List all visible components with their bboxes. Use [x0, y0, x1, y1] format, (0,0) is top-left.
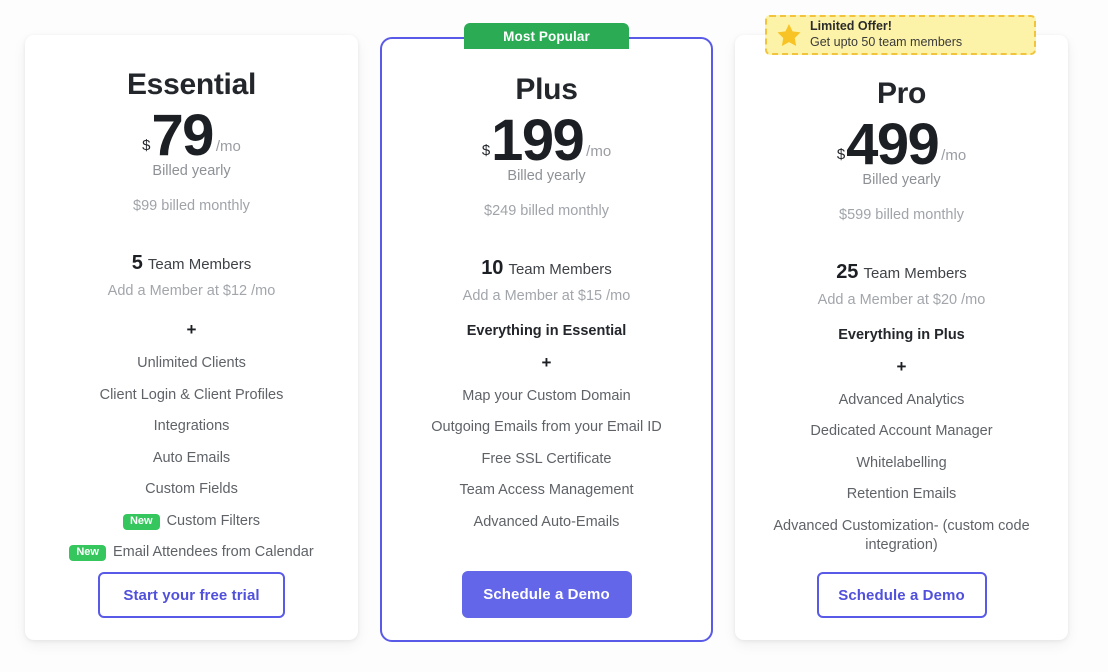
feature-item: New Custom Filters — [122, 512, 261, 532]
feature-list: Everything in Essential + Map your Custom … — [400, 314, 693, 532]
pricing-table: Most Popular Limited Offer! Get upto 50 … — [0, 0, 1108, 672]
price-monthly-note: $249 billed monthly — [484, 203, 609, 220]
price-period: /mo — [586, 143, 612, 161]
price-billed-cycle: Billed yearly — [862, 172, 941, 189]
team-members-label: Team Members — [147, 256, 252, 274]
feature-label: Custom Filters — [166, 512, 261, 529]
plan-name: Pro — [876, 77, 927, 110]
feature-item: Team Access Management — [459, 481, 633, 501]
price-currency: $ — [481, 142, 491, 160]
team-members-row: 10 Team Members — [481, 257, 612, 280]
price-row: $ 499 /mo — [836, 112, 967, 177]
feature-item: Retention Emails — [847, 485, 957, 505]
pricing-card-plus[interactable]: Plus $ 199 /mo Billed yearly $249 billed… — [380, 37, 713, 642]
feature-label: Integrations — [153, 418, 230, 435]
feature-label: + — [541, 352, 552, 372]
feature-item: Free SSL Certificate — [481, 450, 611, 470]
feature-label: Unlimited Clients — [137, 355, 246, 372]
feature-item: Advanced Customization- (custom code int… — [757, 517, 1047, 556]
feature-label: Outgoing Emails from your Email ID — [431, 419, 662, 436]
price-monthly-note: $599 billed monthly — [839, 207, 964, 224]
price-row: $ 199 /mo — [481, 108, 612, 173]
team-members-row: 5 Team Members — [132, 252, 251, 275]
price-period: /mo — [941, 147, 967, 165]
feature-item: Unlimited Clients — [137, 354, 246, 374]
feature-item: Client Login & Client Profiles — [100, 386, 284, 406]
team-members-row: 25 Team Members — [836, 261, 967, 284]
feature-item: Dedicated Account Manager — [810, 422, 992, 442]
feature-item: Everything in Essential — [467, 322, 627, 342]
plan-name: Essential — [126, 68, 257, 101]
feature-list: Everything in Plus + Advanced Analytics Ded… — [753, 318, 1050, 556]
feature-label: Map your Custom Domain — [462, 387, 631, 404]
feature-plus-separator: + — [187, 319, 197, 342]
member-addon-note: Add a Member at $15 /mo — [462, 288, 631, 305]
price-row: $ 79 /mo — [142, 103, 241, 168]
feature-label: Client Login & Client Profiles — [99, 386, 284, 403]
limited-offer-badge: Limited Offer! Get upto 50 team members — [765, 15, 1036, 55]
start-free-trial-button[interactable]: Start your free trial — [98, 572, 285, 618]
feature-label: Auto Emails — [152, 449, 231, 466]
pricing-card-pro[interactable]: Pro $ 499 /mo Billed yearly $599 billed … — [735, 35, 1068, 640]
cta-area: Schedule a Demo — [753, 572, 1050, 640]
price-currency: $ — [142, 137, 151, 155]
feature-label: Email Attendees from Calendar — [112, 544, 314, 561]
feature-label: + — [186, 320, 197, 340]
feature-item: Outgoing Emails from your Email ID — [431, 418, 661, 438]
feature-item: Advanced Analytics — [839, 391, 965, 411]
team-members-label: Team Members — [508, 261, 612, 279]
most-popular-badge: Most Popular — [464, 23, 629, 49]
price-currency: $ — [836, 146, 846, 164]
price-billed-cycle: Billed yearly — [507, 168, 586, 185]
price-period: /mo — [215, 138, 241, 156]
feature-label: Dedicated Account Manager — [810, 423, 993, 440]
feature-item: Custom Fields — [145, 480, 238, 500]
member-addon-note: Add a Member at $12 /mo — [107, 283, 276, 300]
limited-offer-text: Limited Offer! Get upto 50 team members — [810, 19, 962, 50]
feature-label: Free SSL Certificate — [481, 450, 612, 467]
team-members-count: 10 — [481, 257, 504, 280]
member-addon-note: Add a Member at $20 /mo — [817, 292, 986, 309]
feature-label: + — [896, 356, 907, 376]
plan-name: Plus — [515, 73, 578, 106]
feature-plus-separator: + — [897, 356, 907, 379]
feature-plus-separator: + — [542, 352, 552, 375]
new-badge: New — [69, 545, 106, 562]
feature-item: Advanced Auto-Emails — [474, 513, 620, 533]
schedule-demo-button[interactable]: Schedule a Demo — [816, 572, 987, 618]
price-amount: 79 — [151, 103, 215, 168]
cta-area: Schedule a Demo — [400, 571, 693, 640]
price-amount: 499 — [846, 112, 940, 177]
pricing-card-essential[interactable]: Essential $ 79 /mo Billed yearly $99 bil… — [25, 35, 358, 640]
feature-item: Everything in Plus — [838, 326, 965, 346]
team-members-label: Team Members — [863, 265, 967, 283]
feature-label: Everything in Essential — [466, 323, 627, 340]
feature-label: Advanced Auto-Emails — [473, 513, 620, 530]
price-monthly-note: $99 billed monthly — [133, 198, 250, 215]
feature-label: Everything in Plus — [838, 327, 965, 344]
limited-offer-subtitle: Get upto 50 team members — [810, 35, 963, 49]
feature-item: Whitelabelling — [856, 454, 946, 474]
cta-area: Start your free trial — [43, 572, 340, 640]
limited-offer-title: Limited Offer! — [810, 19, 892, 34]
feature-label: Advanced Customization- (custom code int… — [773, 517, 1030, 554]
team-members-count: 25 — [836, 261, 859, 284]
new-badge: New — [122, 513, 160, 530]
feature-item: Integrations — [154, 417, 230, 437]
feature-label: Retention Emails — [846, 486, 957, 503]
feature-item: New Email Attendees from Calendar — [69, 543, 314, 563]
feature-label: Whitelabelling — [856, 454, 947, 471]
feature-item: Map your Custom Domain — [462, 387, 630, 407]
price-billed-cycle: Billed yearly — [152, 163, 231, 180]
feature-item: Auto Emails — [153, 449, 230, 469]
feature-list: + Unlimited Clients Client Login & Client … — [43, 309, 340, 563]
schedule-demo-button[interactable]: Schedule a Demo — [461, 571, 632, 618]
feature-label: Team Access Management — [459, 482, 634, 499]
price-amount: 199 — [491, 108, 585, 173]
feature-label: Custom Fields — [145, 481, 238, 498]
star-icon — [777, 23, 801, 46]
feature-label: Advanced Analytics — [838, 391, 965, 408]
team-members-count: 5 — [131, 252, 143, 275]
